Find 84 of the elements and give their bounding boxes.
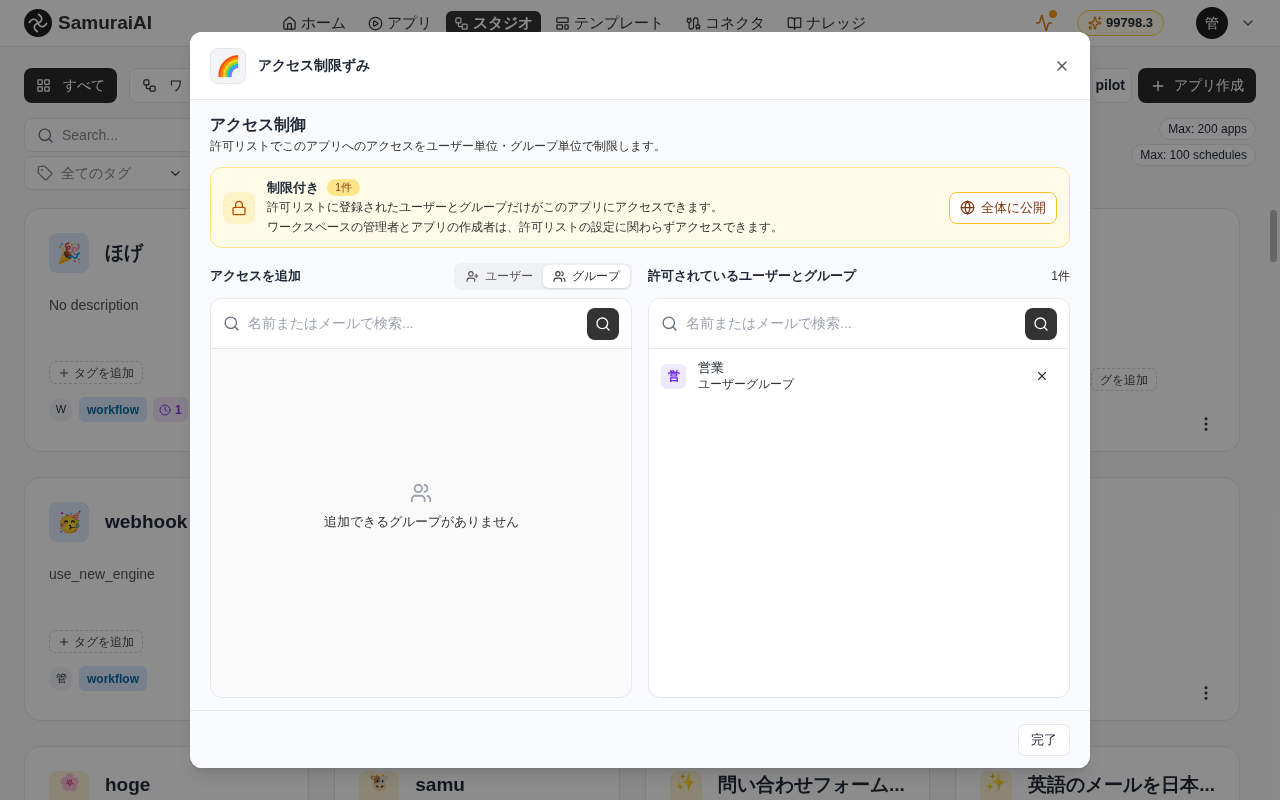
count-badge: 1件 bbox=[327, 179, 361, 196]
app-emoji-icon: 🎉 bbox=[49, 233, 89, 273]
plus-icon bbox=[58, 366, 70, 379]
grid-icon bbox=[36, 78, 51, 93]
owner-avatar: W bbox=[49, 397, 73, 422]
group-name: 営業 bbox=[698, 359, 725, 376]
user-avatar[interactable]: 管 bbox=[1196, 7, 1228, 39]
search-icon bbox=[1033, 315, 1049, 332]
search-icon bbox=[595, 315, 611, 332]
credits-badge[interactable]: 99798.3 bbox=[1077, 10, 1164, 36]
nav-tab[interactable]: テンプレート bbox=[547, 10, 672, 36]
copilot-button[interactable]: pilot bbox=[1092, 68, 1132, 103]
users-icon bbox=[410, 482, 432, 505]
workflow-icon bbox=[142, 78, 157, 93]
app-description: use_new_engine bbox=[49, 565, 156, 584]
logo-icon bbox=[24, 9, 52, 37]
search-icon bbox=[223, 315, 240, 332]
house-icon bbox=[282, 15, 297, 31]
clock-icon bbox=[159, 403, 171, 416]
logo-text: SamuraiAI bbox=[58, 10, 152, 35]
nav-tab[interactable]: ホーム bbox=[274, 10, 354, 36]
scrollbar[interactable] bbox=[1270, 210, 1277, 262]
user-plus-icon bbox=[466, 269, 479, 283]
section-heading: アクセス制御 bbox=[210, 115, 307, 135]
app-name: hoge bbox=[105, 773, 151, 797]
search-bar[interactable]: 名前またはメールで検索... bbox=[649, 299, 1069, 349]
template-icon bbox=[555, 15, 570, 31]
nav-tab[interactable]: アプリ bbox=[360, 10, 440, 36]
search-icon bbox=[37, 126, 54, 144]
add-tag-button[interactable]: タグを追加 bbox=[49, 361, 143, 384]
search-icon bbox=[661, 315, 678, 332]
lock-icon bbox=[231, 199, 247, 216]
schedule-badge: 1 bbox=[153, 397, 188, 422]
group-avatar: 営 bbox=[661, 363, 686, 389]
done-button[interactable]: 完了 bbox=[1018, 723, 1070, 756]
tag-icon bbox=[37, 165, 53, 181]
make-public-button[interactable]: 全体に公開 bbox=[949, 191, 1057, 224]
segment-tab[interactable]: グループ bbox=[543, 264, 630, 288]
app-name: ほげ bbox=[105, 240, 143, 265]
cable-icon bbox=[686, 15, 701, 31]
workflow-icon bbox=[454, 15, 469, 31]
plus-icon bbox=[58, 635, 70, 648]
globe-icon bbox=[960, 200, 975, 215]
section-description: 許可リストでこのアプリへのアクセスをユーザー単位・グループ単位で制限します。 bbox=[210, 138, 667, 155]
users-icon bbox=[553, 269, 566, 283]
panel-title: 許可されているユーザーとグループ bbox=[648, 267, 856, 286]
app-name: 問い合わせフォーム... bbox=[717, 773, 905, 797]
credits-value: 99798.3 bbox=[1106, 14, 1153, 33]
sparkle-icon bbox=[1088, 16, 1102, 30]
owner-avatar: 管 bbox=[49, 666, 73, 691]
type-badge: workflow bbox=[79, 666, 147, 691]
app-emoji-icon: ✨ bbox=[979, 771, 1013, 800]
app-emoji-icon: 🥳 bbox=[49, 502, 89, 542]
create-app-button[interactable]: アプリ作成 bbox=[1138, 68, 1256, 103]
book-icon bbox=[787, 15, 802, 31]
dialog-title: アクセス制限ずみ bbox=[258, 56, 370, 75]
play-icon bbox=[368, 15, 383, 31]
nav-tab[interactable]: コネクタ bbox=[678, 10, 773, 36]
add-tag-button[interactable]: グを追加 bbox=[1091, 368, 1157, 391]
app-name: samu bbox=[415, 773, 465, 797]
search-bar[interactable]: 名前またはメールで検索... bbox=[211, 299, 631, 349]
nav-tab[interactable]: ナレッジ bbox=[779, 10, 874, 36]
pulse-icon[interactable] bbox=[1035, 14, 1053, 32]
app-description: No description bbox=[49, 296, 140, 315]
app-emoji-icon: ✨ bbox=[669, 771, 702, 800]
segment-tab[interactable]: ユーザー bbox=[456, 264, 543, 288]
app-name: 英語のメールを日本... bbox=[1028, 773, 1215, 797]
banner-title: 制限付き bbox=[267, 178, 319, 197]
type-badge: workflow bbox=[79, 397, 147, 422]
filter-button[interactable]: すべて bbox=[24, 68, 117, 103]
count-text: 1件 bbox=[1051, 268, 1070, 285]
app-emoji-icon: 🌸 bbox=[49, 771, 89, 800]
app-name: webhook bbox=[105, 509, 188, 534]
search-button[interactable] bbox=[1025, 307, 1057, 340]
remove-icon[interactable] bbox=[1035, 369, 1049, 383]
app-emoji-icon: 🐮 bbox=[359, 771, 400, 800]
group-type: ユーザーグループ bbox=[698, 376, 794, 393]
app-emoji-icon: 🌈 bbox=[210, 47, 246, 84]
panel-title: アクセスを追加 bbox=[210, 267, 301, 286]
limit-badge: Max: 200 apps bbox=[1159, 118, 1256, 140]
add-tag-button[interactable]: タグを追加 bbox=[49, 630, 143, 653]
search-button[interactable] bbox=[587, 307, 619, 340]
limit-badge: Max: 100 schedules bbox=[1131, 144, 1256, 166]
empty-message: 追加できるグループがありません bbox=[323, 513, 519, 532]
